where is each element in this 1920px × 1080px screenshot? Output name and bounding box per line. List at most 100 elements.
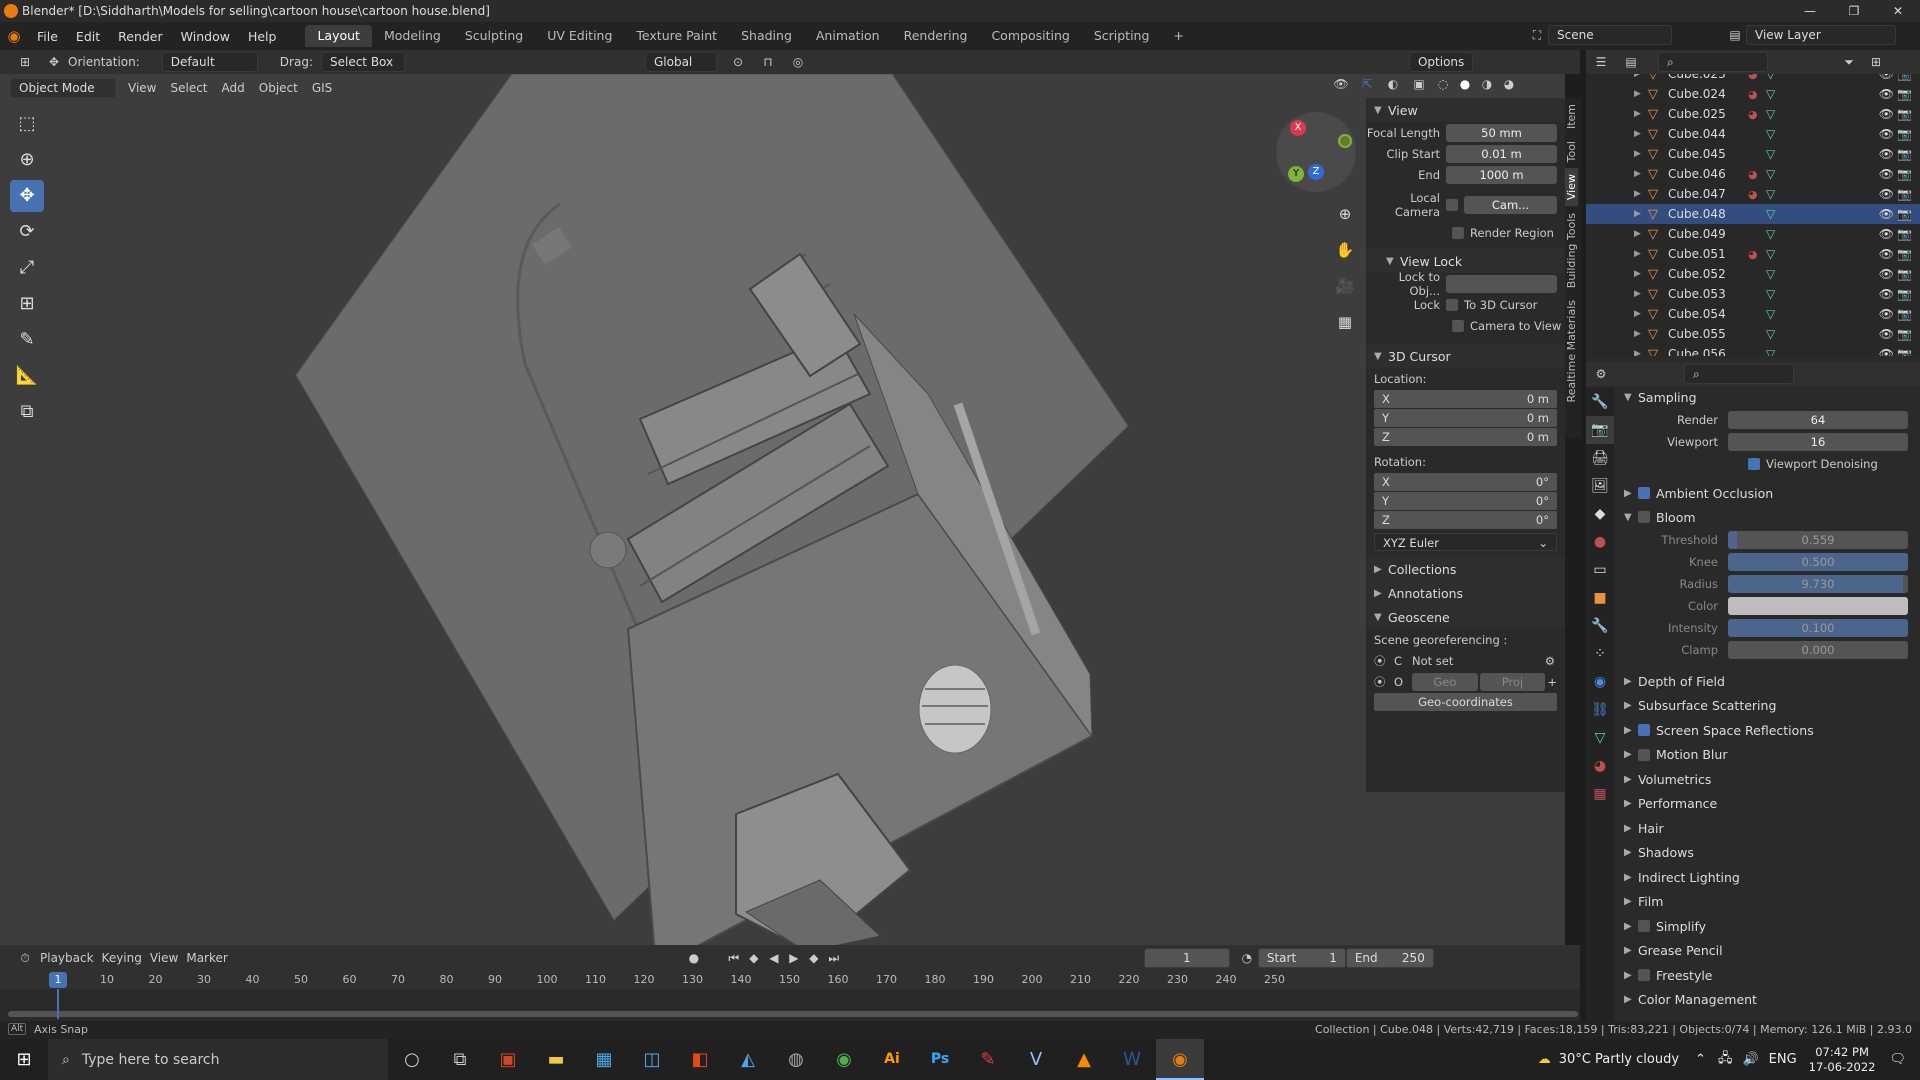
visibility-eye-icon[interactable]: 👁 bbox=[1879, 87, 1894, 101]
bloom-slider[interactable]: 0.500 bbox=[1728, 553, 1908, 571]
bloom-checkbox[interactable] bbox=[1638, 511, 1650, 523]
timeline-editor-icon[interactable]: ⏱ bbox=[10, 952, 40, 964]
cursor-loc-z[interactable]: Z0 m bbox=[1374, 428, 1557, 446]
bloom-slider[interactable] bbox=[1728, 597, 1908, 615]
cursor-loc-y[interactable]: Y0 m bbox=[1374, 409, 1557, 427]
maximize-button[interactable]: ❐ bbox=[1832, 0, 1876, 22]
mesh-data-icon[interactable]: ▽ bbox=[1766, 107, 1784, 121]
cortana-icon[interactable]: ○ bbox=[388, 1039, 436, 1080]
view-layer-selector[interactable]: ▤ View Layer bbox=[1724, 25, 1902, 45]
tray-chevron-icon[interactable]: ⌃ bbox=[1695, 1052, 1706, 1067]
navigation-gizmo[interactable]: X Y Z bbox=[1276, 112, 1356, 192]
xray-icon[interactable]: ▣ bbox=[1408, 78, 1430, 90]
taskbar-search-box[interactable]: ⌕ Type here to search bbox=[48, 1039, 388, 1080]
3d-cursor-header[interactable]: ▼ 3D Cursor bbox=[1366, 344, 1565, 368]
render-section-header[interactable]: ▶ Depth of Field bbox=[1616, 669, 1920, 694]
viewport-denoising-checkbox[interactable] bbox=[1748, 458, 1760, 470]
outliner-row[interactable]: ▶ ▽ Cube.049 ▽ 👁 📷 bbox=[1586, 224, 1920, 244]
tab-item[interactable]: Item bbox=[1565, 98, 1578, 135]
render-section-header[interactable]: ▶ Freestyle bbox=[1616, 963, 1920, 988]
preview-range-icon[interactable]: ◔ bbox=[1236, 952, 1258, 964]
render-section-header[interactable]: ▶ Screen Space Reflections bbox=[1616, 718, 1920, 743]
gizmo-toggle-icon[interactable]: ⇱ bbox=[1356, 78, 1378, 90]
filter-icon[interactable]: ⏷ bbox=[1834, 56, 1864, 68]
render-section-header[interactable]: ▶ Performance bbox=[1616, 792, 1920, 817]
powerpoint-icon[interactable]: ▣ bbox=[484, 1039, 532, 1080]
tab-shading[interactable]: Shading bbox=[729, 25, 804, 47]
store-icon[interactable]: ◫ bbox=[628, 1039, 676, 1080]
object-mode-dropdown[interactable]: Object Mode bbox=[10, 78, 116, 98]
tab-layout[interactable]: Layout bbox=[305, 25, 372, 47]
ortho-grid-icon[interactable]: ▦ bbox=[1328, 306, 1362, 338]
visibility-eye-icon[interactable]: 👁 bbox=[1879, 227, 1894, 241]
jump-end-icon[interactable]: ⏭ bbox=[824, 952, 844, 964]
render-camera-icon[interactable]: 📷 bbox=[1897, 167, 1912, 181]
section-checkbox[interactable] bbox=[1638, 969, 1650, 982]
vlc-icon[interactable]: ▲ bbox=[1060, 1039, 1108, 1080]
render-camera-icon[interactable]: 📷 bbox=[1897, 187, 1912, 201]
snap-icon[interactable]: ⊓ bbox=[753, 56, 783, 68]
zoom-icon[interactable]: ⊕ bbox=[1328, 198, 1362, 230]
ao-checkbox[interactable] bbox=[1638, 487, 1650, 499]
3d-viewport[interactable]: Object Mode View Select Add Object GIS 👁… bbox=[0, 74, 1565, 945]
viewport-menu-select[interactable]: Select bbox=[170, 81, 207, 95]
object-properties-icon[interactable]: ■ bbox=[1586, 584, 1614, 612]
to-3d-cursor-checkbox[interactable] bbox=[1446, 299, 1458, 311]
mesh-data-icon[interactable]: ▽ bbox=[1766, 267, 1784, 281]
render-camera-icon[interactable]: 📷 bbox=[1897, 307, 1912, 321]
marker-menu[interactable]: Marker bbox=[186, 951, 227, 965]
cursor-rot-y[interactable]: Y 0° bbox=[1374, 492, 1557, 510]
rotation-mode-dropdown[interactable]: XYZ Euler ⌄ bbox=[1374, 533, 1557, 551]
timeline-scrollbar[interactable] bbox=[8, 1011, 1578, 1017]
visibility-eye-icon[interactable]: 👁 bbox=[1879, 167, 1894, 181]
render-camera-icon[interactable]: 📷 bbox=[1897, 87, 1912, 101]
mesh-data-icon[interactable]: ▽ bbox=[1766, 187, 1784, 201]
expand-icon[interactable]: ▶ bbox=[1634, 109, 1648, 119]
menu-edit[interactable]: Edit bbox=[67, 29, 109, 44]
render-region-row[interactable]: Render Region bbox=[1366, 223, 1565, 243]
mesh-data-icon[interactable]: ▽ bbox=[1766, 227, 1784, 241]
transform-orientation-dropdown[interactable]: Global bbox=[644, 52, 717, 72]
render-section-header[interactable]: ▶ Color Management bbox=[1616, 988, 1920, 1013]
file-explorer-icon[interactable]: ▬ bbox=[532, 1039, 580, 1080]
viewport-menu-add[interactable]: Add bbox=[222, 81, 245, 95]
end-frame-field[interactable]: End 250 bbox=[1345, 948, 1434, 968]
frame-ruler[interactable]: 1 10 20 30 40 50 60 70 80 90 100 110 120 130 140 150 16… bbox=[0, 971, 1580, 989]
menu-window[interactable]: Window bbox=[172, 29, 239, 44]
language-indicator[interactable]: ENG bbox=[1769, 1052, 1797, 1067]
cursor-loc-x[interactable]: X0 m bbox=[1374, 390, 1557, 408]
app-icon-blue[interactable]: ◭ bbox=[724, 1039, 772, 1080]
add-icon[interactable]: + bbox=[1547, 675, 1557, 689]
annotate-tool-icon[interactable]: ✎ bbox=[10, 324, 44, 356]
texture-properties-icon[interactable]: ▦ bbox=[1586, 780, 1614, 808]
properties-editor-icon[interactable]: ⚙ bbox=[1586, 368, 1616, 380]
drag-dropdown[interactable]: Select Box bbox=[320, 52, 405, 72]
expand-icon[interactable]: ▶ bbox=[1634, 189, 1648, 199]
timeline-view-menu[interactable]: View bbox=[150, 951, 178, 965]
camera-view-icon[interactable]: 🎥 bbox=[1328, 270, 1362, 302]
app-icon-grey[interactable]: ◍ bbox=[772, 1039, 820, 1080]
volume-icon[interactable]: 🔊 bbox=[1742, 1052, 1758, 1067]
visibility-eye-icon[interactable]: 👁 bbox=[1879, 307, 1894, 321]
expand-icon[interactable]: ▶ bbox=[1634, 309, 1648, 319]
viewport-menu-view[interactable]: View bbox=[128, 81, 156, 95]
clip-end-field[interactable]: 1000 m bbox=[1446, 166, 1557, 184]
material-icon[interactable]: ◕ bbox=[1748, 74, 1766, 81]
tab-rendering[interactable]: Rendering bbox=[892, 25, 980, 47]
material-icon[interactable]: ◕ bbox=[1748, 168, 1766, 181]
render-camera-icon[interactable]: 📷 bbox=[1897, 287, 1912, 301]
mesh-data-icon[interactable]: ▽ bbox=[1766, 167, 1784, 181]
outliner-row[interactable]: ▶ ▽ Cube.054 ▽ 👁 📷 bbox=[1586, 304, 1920, 324]
expand-icon[interactable]: ▶ bbox=[1634, 229, 1648, 239]
render-camera-icon[interactable]: 📷 bbox=[1897, 147, 1912, 161]
outliner-row[interactable]: ▶ ▽ Cube.053 ▽ 👁 📷 bbox=[1586, 284, 1920, 304]
visibility-eye-icon[interactable]: 👁 bbox=[1879, 267, 1894, 281]
visibility-eye-icon[interactable]: 👁 bbox=[1879, 287, 1894, 301]
view-section-header[interactable]: ▼ View bbox=[1366, 98, 1565, 122]
outliner-row[interactable]: ▶ ▽ Cube.047 ◕ ▽ 👁 📷 bbox=[1586, 184, 1920, 204]
clock[interactable]: 07:42 PM 17-06-2022 bbox=[1809, 1045, 1876, 1075]
scale-tool-icon[interactable]: ⤢ bbox=[10, 252, 44, 284]
particles-properties-icon[interactable]: ⁘ bbox=[1586, 640, 1614, 668]
menu-file[interactable]: File bbox=[28, 29, 67, 44]
viewport-denoising-row[interactable]: Viewport Denoising bbox=[1616, 453, 1920, 475]
